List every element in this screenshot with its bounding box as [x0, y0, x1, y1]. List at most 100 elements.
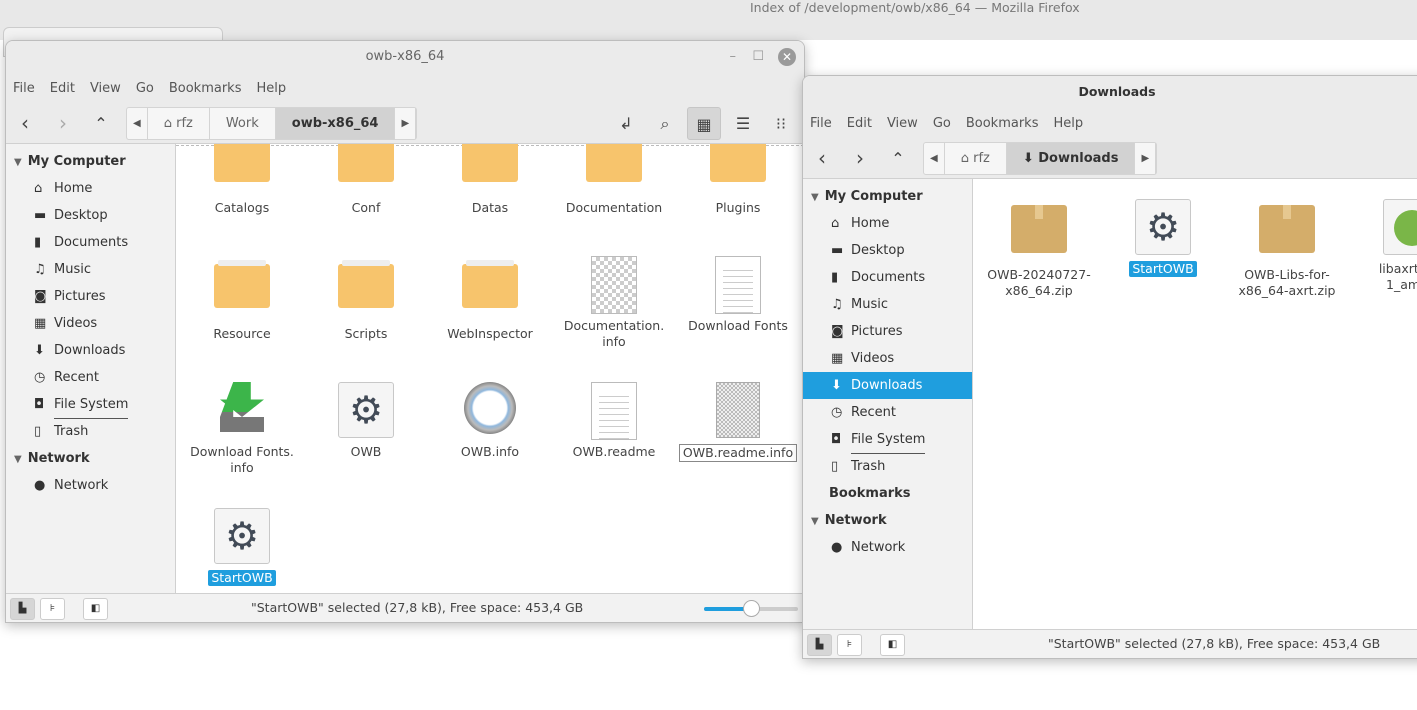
window-titlebar[interactable]: owb-x86_64 – ☐ ✕: [6, 41, 804, 73]
list-view-button[interactable]: ☰: [726, 107, 760, 140]
sidebar-item-videos[interactable]: ▦ Videos: [803, 345, 972, 372]
zoom-slider-knob[interactable]: [743, 600, 760, 617]
forward-button[interactable]: ›: [44, 111, 82, 135]
sidebar-item-downloads[interactable]: ⬇ Downloads: [6, 337, 175, 364]
file-item[interactable]: Plugins: [678, 144, 798, 216]
hide-sidebar-button[interactable]: ◧: [880, 634, 905, 656]
file-item[interactable]: Download Fonts: [678, 256, 798, 334]
file-item[interactable]: OWB-Libs-for- x86_64-axrt.zip: [1227, 199, 1347, 299]
search-icon[interactable]: ⌕: [648, 107, 682, 140]
file-item[interactable]: OWB-20240727- x86_64.zip: [979, 199, 1099, 299]
breadcrumb-rfz[interactable]: ⌂ rfz: [148, 107, 210, 139]
breadcrumb-rfz[interactable]: ⌂ rfz: [945, 142, 1007, 174]
sidebar-item-documents[interactable]: ▮ Documents: [6, 229, 175, 256]
forward-button[interactable]: ›: [841, 146, 879, 170]
sidebar-item-pictures[interactable]: ◙ Pictures: [803, 318, 972, 345]
menu-help[interactable]: Help: [256, 81, 286, 96]
compact-view-button[interactable]: ⁝⁝: [764, 107, 798, 140]
file-name: libaxrt-4.0 1_amd6: [1378, 261, 1417, 292]
file-item[interactable]: OWB.info: [430, 382, 550, 460]
maximize-button[interactable]: ☐: [752, 41, 764, 73]
file-item[interactable]: ⚙ StartOWB: [182, 508, 302, 586]
sidebar-item-pictures[interactable]: ◙ Pictures: [6, 283, 175, 310]
sidebar-item-desktop[interactable]: ▬ Desktop: [803, 237, 972, 264]
minimize-button[interactable]: –: [730, 41, 737, 73]
menu-edit[interactable]: Edit: [50, 81, 75, 96]
menu-help[interactable]: Help: [1053, 116, 1083, 131]
file-item[interactable]: Scripts: [306, 256, 426, 342]
breadcrumb-downloads[interactable]: ⬇ Downloads: [1006, 142, 1136, 174]
sidebar-item-downloads[interactable]: ⬇ Downloads: [803, 372, 972, 399]
menu-bookmarks[interactable]: Bookmarks: [966, 116, 1039, 131]
breadcrumb-owb-x86_64[interactable]: owb-x86_64: [275, 107, 396, 139]
sidebar-item-music[interactable]: ♫ Music: [803, 291, 972, 318]
sidebar-section-bookmarks[interactable]: Bookmarks: [803, 480, 972, 507]
file-item[interactable]: Datas: [430, 144, 550, 216]
file-item[interactable]: Resource: [182, 256, 302, 342]
close-button[interactable]: ✕: [778, 48, 796, 66]
breadcrumb-right-arrow[interactable]: ▶: [1135, 142, 1157, 174]
file-item[interactable]: Conf: [306, 144, 426, 216]
file-item[interactable]: Download Fonts. info: [182, 382, 302, 476]
collapse-triangle-icon[interactable]: ▼: [811, 516, 819, 527]
file-view[interactable]: Catalogs Conf Datas Documentation Plugins Res…: [176, 144, 804, 593]
menu-go[interactable]: Go: [136, 81, 154, 96]
collapse-triangle-icon[interactable]: ▼: [14, 454, 22, 465]
sidebar-section-network[interactable]: ▼ Network: [803, 507, 972, 534]
menu-view[interactable]: View: [90, 81, 121, 96]
sidebar-item-recent[interactable]: ◷ Recent: [6, 364, 175, 391]
menu-file[interactable]: File: [13, 81, 35, 96]
sidebar-item-file-system[interactable]: ◘ File System: [803, 426, 972, 454]
file-item[interactable]: Documentation. info: [554, 256, 674, 350]
show-places-button[interactable]: ▙: [807, 634, 832, 656]
sidebar-item-trash[interactable]: ▯ Trash: [803, 453, 972, 480]
sidebar-item-home[interactable]: ⌂ Home: [803, 210, 972, 237]
icon-view-button[interactable]: ▦: [687, 107, 721, 140]
file-item[interactable]: Documentation: [554, 144, 674, 216]
file-item[interactable]: WebInspector: [430, 256, 550, 342]
show-treeview-button[interactable]: ⊧: [40, 598, 65, 620]
menu-view[interactable]: View: [887, 116, 918, 131]
zoom-slider[interactable]: [704, 600, 798, 617]
sidebar-item-recent[interactable]: ◷ Recent: [803, 399, 972, 426]
back-button[interactable]: ‹: [803, 146, 841, 170]
menu-edit[interactable]: Edit: [847, 116, 872, 131]
back-button[interactable]: ‹: [6, 111, 44, 135]
show-places-button[interactable]: ▙: [10, 598, 35, 620]
file-item[interactable]: ⚙ OWB: [306, 382, 426, 460]
sidebar-section-my-computer[interactable]: ▼ My Computer: [803, 183, 972, 210]
breadcrumb-left-arrow[interactable]: ◀: [127, 107, 148, 139]
up-button[interactable]: ⌃: [879, 149, 917, 168]
file-item[interactable]: OWB.readme: [554, 382, 674, 460]
breadcrumb-right-arrow[interactable]: ▶: [395, 107, 417, 139]
sidebar-item-documents[interactable]: ▮ Documents: [803, 264, 972, 291]
location-toggle-icon[interactable]: ↲: [609, 107, 643, 140]
sidebar-item-desktop[interactable]: ▬ Desktop: [6, 202, 175, 229]
file-item[interactable]: ⚙ StartOWB: [1103, 199, 1223, 277]
breadcrumb-work[interactable]: Work: [210, 107, 276, 139]
window-titlebar[interactable]: Downloads: [803, 76, 1417, 108]
file-item[interactable]: libaxrt-4.0 1_amd6: [1351, 199, 1417, 293]
sidebar-item-videos[interactable]: ▦ Videos: [6, 310, 175, 337]
collapse-triangle-icon[interactable]: ▼: [14, 157, 22, 168]
sidebar-item-trash[interactable]: ▯ Trash: [6, 418, 175, 445]
hide-sidebar-button[interactable]: ◧: [83, 598, 108, 620]
sidebar-item-music[interactable]: ♫ Music: [6, 256, 175, 283]
file-item[interactable]: Catalogs: [182, 144, 302, 216]
section-title: My Computer: [27, 154, 126, 169]
collapse-triangle-icon[interactable]: ▼: [811, 192, 819, 203]
sidebar-item-file-system[interactable]: ◘ File System: [6, 391, 175, 419]
sidebar-section-network[interactable]: ▼ Network: [6, 445, 175, 472]
breadcrumb-left-arrow[interactable]: ◀: [924, 142, 945, 174]
file-item[interactable]: OWB.readme.info: [678, 382, 798, 462]
sidebar-item-home[interactable]: ⌂ Home: [6, 175, 175, 202]
sidebar-item-network[interactable]: ● Network: [803, 534, 972, 561]
up-button[interactable]: ⌃: [82, 114, 120, 133]
file-view[interactable]: OWB-20240727- x86_64.zip ⚙ StartOWB OWB-Lib…: [973, 179, 1417, 629]
menu-file[interactable]: File: [810, 116, 832, 131]
show-treeview-button[interactable]: ⊧: [837, 634, 862, 656]
menu-go[interactable]: Go: [933, 116, 951, 131]
menu-bookmarks[interactable]: Bookmarks: [169, 81, 242, 96]
sidebar-section-my-computer[interactable]: ▼ My Computer: [6, 148, 175, 175]
sidebar-item-network[interactable]: ● Network: [6, 472, 175, 499]
